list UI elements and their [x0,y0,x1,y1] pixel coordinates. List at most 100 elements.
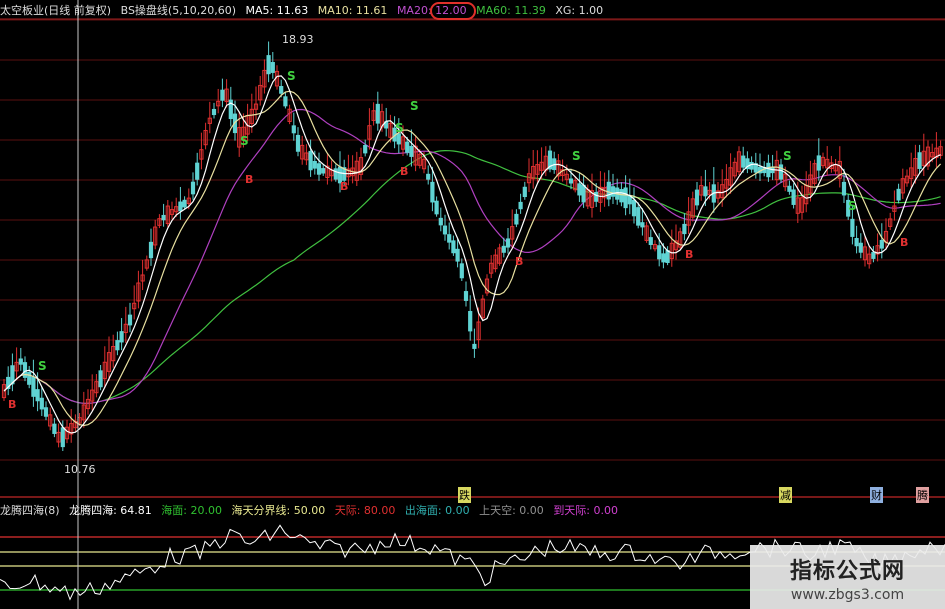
marker-cai: 财 [870,487,883,503]
buy-signal: B [900,236,908,249]
buy-signal: B [245,173,253,186]
candle-body [741,155,746,168]
candle-body [98,370,103,388]
candle-body [18,358,23,365]
candle-body [522,186,527,198]
candle-body [279,86,284,94]
sell-signal: S [240,134,249,148]
candle-body [283,96,288,107]
candle-body [115,340,120,351]
buy-signal: B [685,248,693,261]
candle-body [148,241,154,259]
sell-signal: S [410,99,419,113]
candle-body [127,314,133,326]
candle-body [854,238,859,247]
sell-signal: S [783,149,792,163]
candle-body [841,181,847,196]
candle-body [295,134,301,152]
marker-die: 跌 [458,487,471,503]
watermark-url: www.zbgs3.com [790,587,905,603]
sell-signal: S [848,199,857,213]
candle-body [442,225,448,235]
candle-body [791,189,796,205]
marker-jian: 减 [779,487,792,503]
candle-body [623,187,628,209]
candle-body [60,427,65,448]
candle-body [396,133,401,145]
candle-body [455,248,460,262]
candle-body [31,376,36,397]
candle-body [211,108,217,116]
watermark: 指标公式网 www.zbgs3.com [750,545,945,609]
candle-body [636,207,641,226]
candle-body [463,291,469,301]
candle-body [568,178,574,184]
sell-signal: S [395,121,404,135]
candle-body [321,168,326,174]
candle-body [190,181,196,195]
ma10-line [3,90,942,427]
candle-body [312,160,317,169]
candle-body [451,240,456,254]
xg-highlight-ring [430,2,476,20]
daotian-value: 到天际: 0.00 [553,504,619,517]
candle-body [195,162,200,180]
candle-body [816,155,821,171]
sell-signal: S [38,359,47,373]
candle-body [178,201,183,212]
candle-body [694,189,700,206]
fenjie-value: 海天分界线: 50.00 [231,504,326,517]
candle-body [468,311,473,332]
candle-body [409,145,414,157]
candle-body [291,125,296,134]
watermark-title: 指标公式网 [789,559,905,584]
candle-body [858,242,863,253]
candle-body [682,223,687,235]
ltsh-value: 龙腾四海: 64.81 [69,504,152,517]
candle-body [850,218,855,237]
candle-body [619,189,624,203]
candle-body [778,164,784,180]
candlesticks[interactable] [1,41,943,452]
candle-body [514,213,519,225]
candle-body [665,250,670,263]
ma10-path [3,90,942,427]
candle-body [43,407,49,417]
buy-signal: B [515,255,523,268]
ma5-value: MA5: 11.63 [245,4,309,17]
xg-value: XG: 1.00 [555,4,604,17]
candle-body [766,162,771,178]
candle-body [182,199,187,208]
candle-body [35,389,40,402]
main-chart-header: 太空板业(日线 前复权) BS操盘线(5,10,20,60) MA5: 11.6… [0,2,609,20]
candle-body [426,173,431,180]
indicator-name: BS操盘线(5,10,20,60) [120,4,236,17]
ma10-value: MA10: 11.61 [317,4,388,17]
candle-body [606,181,611,200]
candle-body [703,186,708,197]
candle-body [39,397,44,410]
indicator-header: 龙腾四海(8) 龙腾四海: 64.81 海面: 20.00 海天分界线: 50.… [0,502,624,520]
candle-body [27,372,32,385]
candle-body [917,152,922,169]
buy-signal: B [8,398,16,411]
candle-body [161,214,166,221]
candle-body [577,183,582,196]
candle-body [518,201,523,210]
candle-body [610,186,616,197]
candle-body [220,89,225,101]
ma60-value: MA60: 11.39 [476,4,546,17]
sell-signal: S [287,69,296,83]
buy-signal: B [340,180,348,193]
candle-body [119,331,124,343]
candle-body [871,252,876,259]
candle-body [308,150,313,171]
candle-body [787,185,792,192]
tianjie-value: 天际: 80.00 [334,504,396,517]
candle-body [333,168,338,180]
candle-body [896,188,901,201]
candle-body [270,62,275,73]
candle-body [594,191,599,202]
indicator-panel-name: 龙腾四海(8) [0,504,60,517]
candle-body [501,245,506,253]
